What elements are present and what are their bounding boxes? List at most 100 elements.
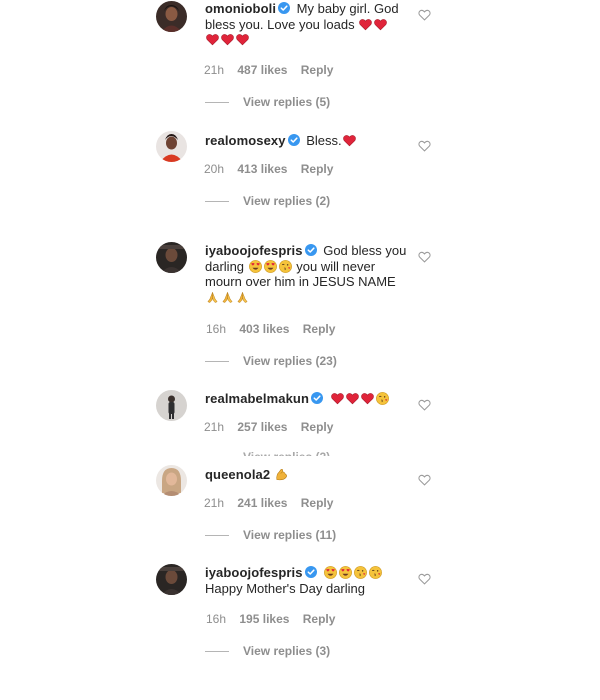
face-blowing-kiss-emoji: [376, 392, 389, 405]
comment-item: realmabelmakun 21h 257 likes Reply: [0, 385, 600, 457]
likes-count[interactable]: 487 likes: [237, 63, 287, 77]
comment-item: queenola2 21h 241 likes Reply View repli…: [0, 460, 600, 550]
username[interactable]: iyaboojofespris: [205, 565, 303, 580]
view-replies-button[interactable]: View replies (2): [243, 450, 330, 456]
comment-body: God bless you: [323, 243, 407, 258]
timestamp: 21h: [204, 63, 225, 77]
verified-badge-icon: [278, 2, 290, 14]
view-replies-button[interactable]: View replies (2): [205, 194, 330, 208]
comment-body: darling: [205, 258, 245, 274]
view-replies-label: View replies (11): [243, 528, 337, 542]
heart-eyes-emoji: [249, 260, 262, 273]
comment-body: you will never: [296, 258, 376, 274]
red-heart-emoji: [343, 134, 356, 147]
likes-count[interactable]: 195 likes: [239, 612, 289, 626]
comment-meta: 21h 257 likes Reply: [204, 420, 343, 434]
timestamp: 16h: [206, 612, 227, 626]
timestamp: 21h: [204, 420, 225, 434]
username[interactable]: realomosexy: [205, 133, 286, 148]
comment-text: iyaboojofespris Happy Mother's Day darli…: [205, 565, 425, 596]
username[interactable]: realmabelmakun: [205, 391, 309, 406]
comment-item: realomosexy Bless. 20h 413 likes Reply V…: [0, 128, 600, 218]
view-replies-label: View replies (3): [243, 644, 331, 658]
flexed-biceps-emoji: [275, 468, 288, 481]
comment-body: My baby girl. God: [296, 1, 399, 16]
verified-badge-icon: [311, 392, 323, 404]
view-replies-button[interactable]: View replies (11): [205, 528, 336, 542]
comment-body: Happy Mother's Day darling: [205, 580, 365, 596]
heart-outline-icon[interactable]: [418, 9, 431, 21]
verified-badge-icon: [305, 566, 317, 578]
view-replies-label: View replies (23): [243, 354, 337, 368]
reply-button[interactable]: Reply: [303, 612, 336, 626]
likes-count[interactable]: 413 likes: [237, 162, 287, 176]
heart-outline-icon[interactable]: [418, 573, 431, 585]
folded-hands-emoji: [221, 291, 234, 304]
view-replies-button[interactable]: View replies (3): [205, 644, 330, 658]
avatar[interactable]: [156, 564, 187, 595]
comment-meta: 16h 195 likes Reply: [206, 612, 345, 626]
reply-button[interactable]: Reply: [303, 322, 336, 336]
heart-outline-icon[interactable]: [418, 251, 431, 263]
comment-item: omonioboli My baby girl. God bless you. …: [0, 0, 600, 120]
heart-eyes-emoji: [264, 260, 277, 273]
comment-text: iyaboojofespris God bless you darling yo…: [205, 243, 410, 305]
red-heart-emoji: [374, 18, 387, 31]
avatar[interactable]: [156, 131, 187, 162]
view-replies-label: View replies (2): [243, 194, 331, 208]
reply-button[interactable]: Reply: [301, 496, 334, 510]
face-blowing-kiss-emoji: [369, 566, 382, 579]
username[interactable]: iyaboojofespris: [205, 243, 303, 258]
divider-line: [205, 102, 229, 104]
red-heart-emoji: [359, 18, 372, 31]
face-blowing-kiss-emoji: [354, 566, 367, 579]
view-replies-label: View replies (5): [243, 95, 331, 109]
comment-meta: 21h 241 likes Reply: [204, 496, 343, 510]
verified-badge-icon: [288, 134, 300, 146]
next-comment-partial: [160, 678, 460, 684]
reply-button[interactable]: Reply: [301, 162, 334, 176]
verified-badge-icon: [305, 244, 317, 256]
view-replies-button[interactable]: View replies (5): [205, 95, 330, 109]
timestamp: 20h: [204, 162, 225, 176]
comment-body: Bless.: [306, 133, 342, 148]
comment-text: omonioboli My baby girl. God bless you. …: [205, 1, 410, 48]
username[interactable]: omonioboli: [205, 1, 276, 16]
likes-count[interactable]: 241 likes: [237, 496, 287, 510]
likes-count[interactable]: 403 likes: [239, 322, 289, 336]
timestamp: 21h: [204, 496, 225, 510]
comment-meta: 16h 403 likes Reply: [206, 322, 345, 336]
heart-eyes-emoji: [324, 566, 337, 579]
reply-button[interactable]: Reply: [301, 420, 334, 434]
comment-meta: 20h 413 likes Reply: [204, 162, 343, 176]
reply-button[interactable]: Reply: [301, 63, 334, 77]
red-heart-emoji: [221, 33, 234, 46]
comment-body: bless you. Love you loads: [205, 16, 355, 32]
timestamp: 16h: [206, 322, 227, 336]
username[interactable]: queenola2: [205, 467, 270, 482]
comment-meta: 21h 487 likes Reply: [204, 63, 343, 77]
divider-line: [205, 535, 229, 537]
avatar[interactable]: [156, 390, 187, 421]
avatar[interactable]: [156, 465, 187, 496]
comment-text: realomosexy Bless.: [205, 133, 410, 149]
folded-hands-emoji: [236, 291, 249, 304]
likes-count[interactable]: 257 likes: [237, 420, 287, 434]
red-heart-emoji: [361, 392, 374, 405]
heart-outline-icon[interactable]: [418, 140, 431, 152]
divider-line: [205, 651, 229, 653]
avatar[interactable]: [156, 242, 187, 273]
heart-eyes-emoji: [339, 566, 352, 579]
heart-outline-icon[interactable]: [418, 474, 431, 486]
red-heart-emoji: [346, 392, 359, 405]
divider-line: [205, 361, 229, 363]
comment-item: iyaboojofespris God bless you darling yo…: [0, 238, 600, 368]
avatar[interactable]: [156, 1, 187, 32]
heart-outline-icon[interactable]: [418, 399, 431, 411]
view-replies-button[interactable]: View replies (23): [205, 354, 337, 368]
folded-hands-emoji: [206, 291, 219, 304]
face-blowing-kiss-emoji: [279, 260, 292, 273]
red-heart-emoji: [236, 33, 249, 46]
red-heart-emoji: [331, 392, 344, 405]
comment-text: realmabelmakun: [205, 391, 425, 407]
